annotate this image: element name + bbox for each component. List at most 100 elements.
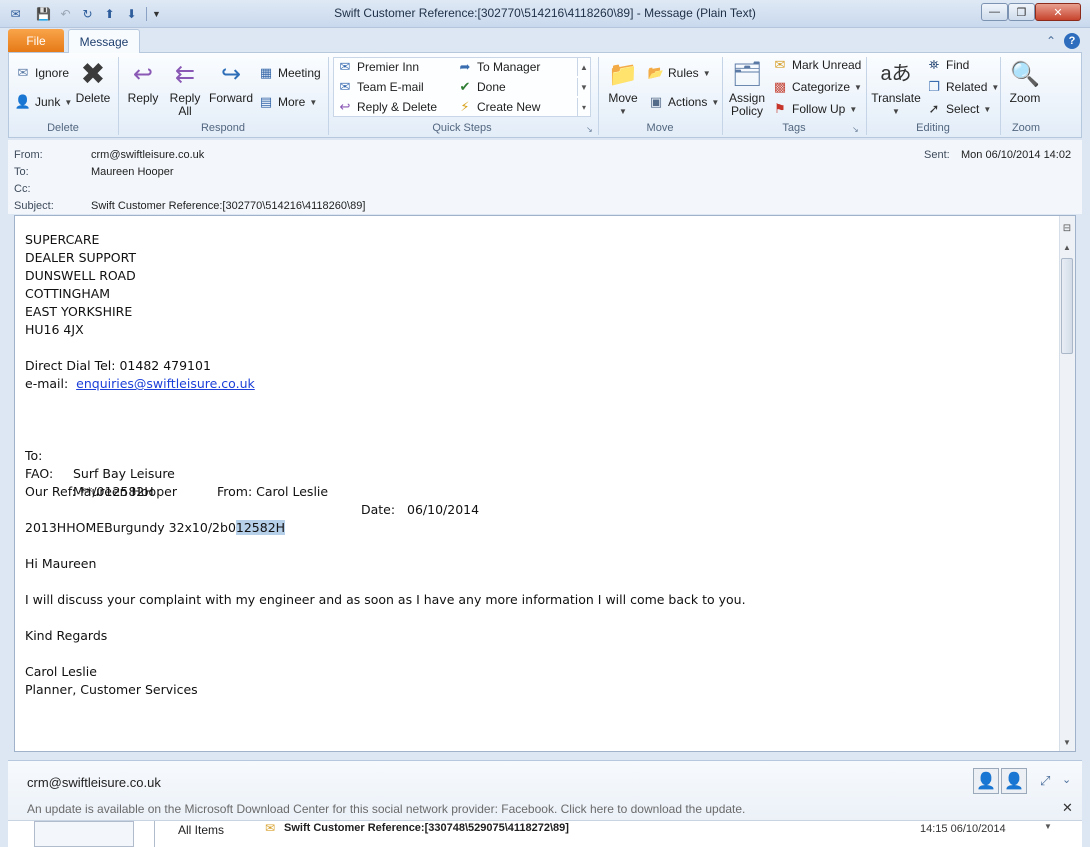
group-label-delete: Delete <box>47 122 79 134</box>
delete-button[interactable]: ✖ Delete <box>72 58 114 105</box>
greeting: Hi Maureen <box>25 556 97 571</box>
body-date: Date: 06/10/2014 <box>361 502 480 517</box>
list-filter-box[interactable] <box>34 821 134 847</box>
group-label-move: Move <box>646 122 674 134</box>
quickstep-done[interactable]: ✔ Done <box>457 78 506 96</box>
categorize-button[interactable]: ▩ Categorize ▼ <box>772 78 862 96</box>
scroll-up-icon[interactable]: ▲ <box>1060 240 1074 254</box>
address-line: COTTINGHAM <box>25 286 111 301</box>
quickstep-reply-delete[interactable]: ↩ Reply & Delete <box>337 98 438 116</box>
avatar[interactable]: 👤 <box>973 768 999 794</box>
policy-icon: 🗂 <box>731 60 763 88</box>
envelope-icon: ✉ <box>265 821 276 835</box>
actions-button[interactable]: ▣ Actions ▼ <box>648 93 719 111</box>
split-view-icon[interactable]: ⊟ <box>1060 221 1074 235</box>
meeting-button[interactable]: ▦ Meeting <box>258 64 321 82</box>
ignore-button[interactable]: ✉ Ignore <box>15 64 69 82</box>
quickstep-create-new[interactable]: ⚡ Create New <box>457 98 540 116</box>
scrollbar-thumb[interactable] <box>1061 258 1073 354</box>
tab-message[interactable]: Message <box>68 29 140 53</box>
folder-move-icon: 📁 <box>608 60 638 88</box>
close-icon[interactable]: ✕ <box>1062 800 1073 816</box>
group-label-quick-steps: Quick Steps <box>432 122 492 134</box>
gallery-scroll-up[interactable]: ▲ <box>577 58 590 76</box>
update-notice[interactable]: An update is available on the Microsoft … <box>27 802 745 816</box>
forward-button[interactable]: ↪ Forward <box>206 58 256 105</box>
email-link[interactable]: enquiries@swiftleisure.co.uk <box>76 376 255 391</box>
more-button[interactable]: ▤ More ▼ <box>258 93 317 111</box>
maximize-button[interactable]: ❐ <box>1008 3 1035 21</box>
chevron-down-icon: ▼ <box>711 97 720 107</box>
direct-dial: Direct Dial Tel: 01482 479101 <box>25 358 211 373</box>
gallery-scroll-down[interactable]: ▼ <box>577 78 590 96</box>
people-pane-sender[interactable]: crm@swiftleisure.co.uk <box>27 775 161 790</box>
chevron-down-icon: ▼ <box>702 68 711 78</box>
expand-icon[interactable]: ⤢ <box>1040 773 1050 789</box>
reply-icon: ↩ <box>132 60 154 88</box>
cc-label: Cc: <box>14 183 31 195</box>
chevron-down-icon: ▼ <box>849 104 858 114</box>
reply-delete-icon: ↩ <box>339 99 351 114</box>
delete-x-icon: ✖ <box>80 57 106 91</box>
tab-file[interactable]: File <box>8 29 64 52</box>
dialog-launcher-icon[interactable]: ↘ <box>852 125 861 134</box>
actions-icon: ▣ <box>649 94 663 109</box>
chevron-down-icon: ▼ <box>619 107 627 116</box>
lightning-icon: ⚡ <box>460 99 470 114</box>
avatar[interactable]: 👤 <box>1001 768 1027 794</box>
follow-up-button[interactable]: ⚑ Follow Up ▼ <box>772 100 857 118</box>
related-icon: ❐ <box>928 79 940 94</box>
rules-icon: 📂 <box>647 65 665 80</box>
minimize-button[interactable]: — <box>981 3 1008 21</box>
tab-all-items[interactable]: All Items <box>178 823 224 837</box>
translate-button[interactable]: aあ Translate ▼ <box>869 58 923 118</box>
assign-policy-button[interactable]: 🗂 Assign Policy <box>726 58 768 118</box>
signature-name: Carol Leslie <box>25 664 97 679</box>
magnifier-icon: 🔍 <box>1010 60 1040 88</box>
mail-move-icon: ✉ <box>339 59 351 74</box>
close-button[interactable]: ✕ <box>1035 3 1081 21</box>
address-line: DEALER SUPPORT <box>25 250 137 265</box>
reply-all-button[interactable]: ⇇ Reply All <box>164 58 206 118</box>
group-separator <box>118 57 119 135</box>
find-button[interactable]: ⛯ Find <box>926 56 970 74</box>
reply-button[interactable]: ↩ Reply <box>122 58 164 105</box>
group-label-respond: Respond <box>200 122 246 134</box>
address-line: DUNSWELL ROAD <box>25 268 136 283</box>
chevron-down-icon[interactable]: ⌄ <box>1062 773 1071 786</box>
selected-text: 12582H <box>235 520 286 535</box>
email-line: e-mail: enquiries@swiftleisure.co.uk <box>25 375 1050 393</box>
quickstep-premier-inn[interactable]: ✉ Premier Inn <box>337 58 419 76</box>
list-divider <box>154 821 164 847</box>
scroll-down-icon[interactable]: ▼ <box>1060 735 1074 749</box>
zoom-button[interactable]: 🔍 Zoom <box>1004 58 1046 105</box>
chevron-down-icon: ▼ <box>854 82 862 92</box>
translate-icon: aあ <box>880 62 912 85</box>
activity-item-subject[interactable]: Swift Customer Reference:[330748\529075\… <box>284 822 569 834</box>
ribbon-collapse-icon[interactable]: ⌃ <box>1043 33 1059 49</box>
rules-button[interactable]: 📂 Rules ▼ <box>648 64 711 82</box>
help-icon[interactable]: ? <box>1064 33 1080 49</box>
forward-icon: ↪ <box>220 60 242 88</box>
move-button[interactable]: 📁 Move ▼ <box>603 58 643 118</box>
fao-date-line: FAO: Maureen Hooper Date: 06/10/2014 <box>25 447 1050 517</box>
from-value[interactable]: crm@swiftleisure.co.uk <box>91 149 204 161</box>
group-separator <box>598 57 599 135</box>
mark-unread-button[interactable]: ✉ Mark Unread <box>772 56 862 74</box>
email-label: e-mail: <box>25 376 77 391</box>
to-value[interactable]: Maureen Hooper <box>91 166 174 178</box>
signature-title: Planner, Customer Services <box>25 682 198 697</box>
flag-icon: ⚑ <box>774 101 786 116</box>
chevron-down-icon[interactable]: ▼ <box>1044 822 1052 831</box>
quickstep-team-email[interactable]: ✉ Team E-mail <box>337 78 424 96</box>
select-button[interactable]: ➚ Select ▼ <box>926 100 992 118</box>
junk-button[interactable]: 👤 Junk ▼ <box>15 93 72 111</box>
related-button[interactable]: ❐ Related ▼ <box>926 78 999 96</box>
calendar-icon: ▦ <box>259 65 273 80</box>
junk-icon: 👤 <box>14 94 32 109</box>
quickstep-to-manager[interactable]: ➦ To Manager <box>457 58 541 76</box>
group-separator <box>866 57 867 135</box>
body-fao-label: FAO: <box>25 466 54 481</box>
gallery-expand[interactable]: ▾ <box>577 98 590 116</box>
dialog-launcher-icon[interactable]: ↘ <box>586 125 595 134</box>
